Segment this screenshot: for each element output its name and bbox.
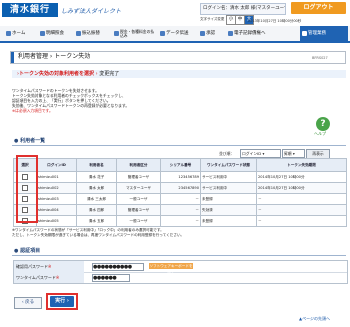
otp-field[interactable]: ●●●●●● — [92, 274, 130, 282]
table-header-row: 選択 ログインID 利用者名 利用者区分 シリアル番号 ワンタイムパスワード状態… — [13, 158, 347, 172]
user-name-cell: 清水 五郎 — [76, 215, 117, 227]
user-name-cell: 清水 三太郎 — [76, 193, 117, 205]
user-table: 選択 ログインID 利用者名 利用者区分 シリアル番号 ワンタイムパスワード状態… — [13, 158, 347, 227]
divider — [12, 255, 346, 256]
step-indicator-text: ›トークン失効の対象利用者を選択 › 変更完了 — [17, 71, 120, 77]
column-header: トークン失効期限 — [256, 158, 347, 172]
back-button[interactable]: ‹ 戻る — [14, 297, 42, 309]
statement-icon — [40, 31, 45, 36]
column-header: 利用者区分 — [116, 158, 161, 172]
screen-code: BFRS027 — [312, 56, 328, 60]
otp-status-cell: サービス利用中 — [200, 182, 257, 194]
software-keyboard-button[interactable]: ソフトウェアキーボードを開く — [149, 263, 193, 274]
column-header: ログインID — [36, 158, 77, 172]
serial-cell: － — [160, 215, 201, 227]
expiry-cell: 2014年10月27日 10時00分 — [256, 171, 347, 183]
table-row: shimizu004 清水 四郎 管理者ユーザ － 失効済 － — [13, 204, 347, 216]
login-user-info: ログイン名：清水 太郎 様(マスターユーザ) — [200, 3, 286, 15]
otp-status-cell: 失効済 — [200, 204, 257, 216]
select-column-highlight — [16, 155, 38, 223]
column-header: ワンタイムパスワード状態 — [200, 158, 257, 172]
login-id-cell: shimizu005 — [36, 215, 77, 227]
nav-approval[interactable]: 承認 — [200, 26, 224, 41]
home-icon — [6, 31, 11, 36]
table-row: shimizu003 清水 三太郎 一般ユーザ － 未登録 － — [13, 193, 347, 205]
column-header: シリアル番号 — [160, 158, 201, 172]
sort-label: 並び順： — [219, 151, 235, 156]
user-name-cell: 清水 花子 — [76, 171, 117, 183]
nav-home[interactable]: ホーム — [6, 26, 36, 41]
column-header: 利用者名 — [76, 158, 117, 172]
confirm-password-field[interactable]: ●●●●●●●●●● — [92, 263, 144, 271]
chevron-down-icon: ▾ — [262, 151, 265, 156]
login-id-cell: shimizu003 — [36, 193, 77, 205]
help-label[interactable]: ヘルプ — [314, 131, 326, 137]
serial-cell: － — [160, 193, 201, 205]
login-id-cell: shimizu001 — [36, 171, 77, 183]
user-type-cell: 一般ユーザ — [116, 215, 161, 227]
table-row: shimizu005 清水 五郎 一般ユーザ － 未登録 － — [13, 215, 347, 227]
auth-table: 確認用パスワード※ ●●●●●●●●●● ソフトウェアキーボードを開く ワンタイ… — [13, 260, 348, 284]
user-name-cell: 清水 四郎 — [76, 204, 117, 216]
nav-e-receivables[interactable]: 電子記録債権へ — [228, 26, 288, 41]
receivables-icon — [228, 31, 233, 36]
otp-status-cell: 未登録 — [200, 193, 257, 205]
transfer-icon — [76, 31, 81, 36]
page-title: 利用者管理 › トークン失効 — [18, 53, 91, 60]
user-name-cell: 清水 太郎 — [76, 182, 117, 194]
otp-label: ワンタイムパスワード※ — [14, 272, 84, 283]
data-icon — [160, 31, 165, 36]
required-note: ※は必須入力項目です。 — [12, 108, 53, 113]
step-current: トークン失効の対象利用者を選択 — [19, 71, 95, 77]
user-type-cell: マスターユーザ — [116, 182, 161, 194]
serial-cell: 234567890 — [160, 182, 201, 194]
payment-icon — [114, 31, 119, 36]
nav-payments[interactable]: 税金・各種料金の払込み — [114, 26, 156, 41]
nav-data-transfer[interactable]: データ伝送 — [160, 26, 196, 41]
management-icon — [302, 31, 307, 36]
font-size-label: 文字サイズ変更 — [200, 17, 225, 21]
expiry-cell: 2014年10月27日 10時00分 — [256, 182, 347, 194]
expiry-cell: － — [256, 193, 347, 205]
logout-button[interactable]: ログアウト — [291, 2, 346, 14]
last-login-timestamp: 2013年10月27日 10時00分00秒 — [248, 19, 302, 23]
table-row: shimizu002 清水 太郎 マスターユーザ 234567890 サービス利… — [13, 182, 347, 194]
auth-heading: ● 認証項目 — [14, 248, 41, 254]
otp-status-cell: サービス利用中 — [200, 171, 257, 183]
step-next: 変更完了 — [99, 71, 120, 77]
user-type-cell: 管理者ユーザ — [116, 204, 161, 216]
table-row: shimizu001 清水 花子 管理者ユーザ 123456789 サービス利用… — [13, 171, 347, 183]
nav-management[interactable]: 管理業務 — [300, 26, 348, 41]
page-top-link[interactable]: ▲ページの先頭へ — [299, 316, 330, 322]
login-id-cell: shimizu004 — [36, 204, 77, 216]
user-list-heading: ● 利用者一覧 — [14, 138, 46, 144]
confirm-password-label: 確認用パスワード※ — [14, 261, 84, 272]
bank-logo: 清水銀行 — [2, 3, 58, 17]
divider — [12, 145, 346, 146]
user-type-cell: 一般ユーザ — [116, 193, 161, 205]
otp-status-cell: 未登録 — [200, 215, 257, 227]
execute-button[interactable]: 実行 › — [50, 296, 74, 307]
approval-icon — [200, 31, 205, 36]
login-id-cell: shimizu002 — [36, 182, 77, 194]
expiry-cell: － — [256, 204, 347, 216]
otp-row: ワンタイムパスワード※ ●●●●●● — [14, 272, 347, 283]
serial-cell: － — [160, 204, 201, 216]
chevron-down-icon: ▾ — [292, 151, 295, 156]
service-name: しみず法人ダイレクト — [61, 8, 122, 15]
user-type-cell: 管理者ユーザ — [116, 171, 161, 183]
expiry-cell: － — [256, 215, 347, 227]
sort-field-select[interactable]: ログインID ▾ — [240, 149, 281, 158]
sort-order-select[interactable]: 昇順 ▾ — [282, 149, 305, 158]
nav-transfer[interactable]: 振込振替 — [76, 26, 112, 41]
serial-cell: 123456789 — [160, 171, 201, 183]
nav-statements[interactable]: 明細照会 — [40, 26, 73, 41]
table-note: ただし、トークン失効期限が過ぎている場合は、再度ワンタイムパスワードの利用登録を… — [12, 233, 185, 237]
help-icon[interactable]: ? — [316, 117, 330, 131]
